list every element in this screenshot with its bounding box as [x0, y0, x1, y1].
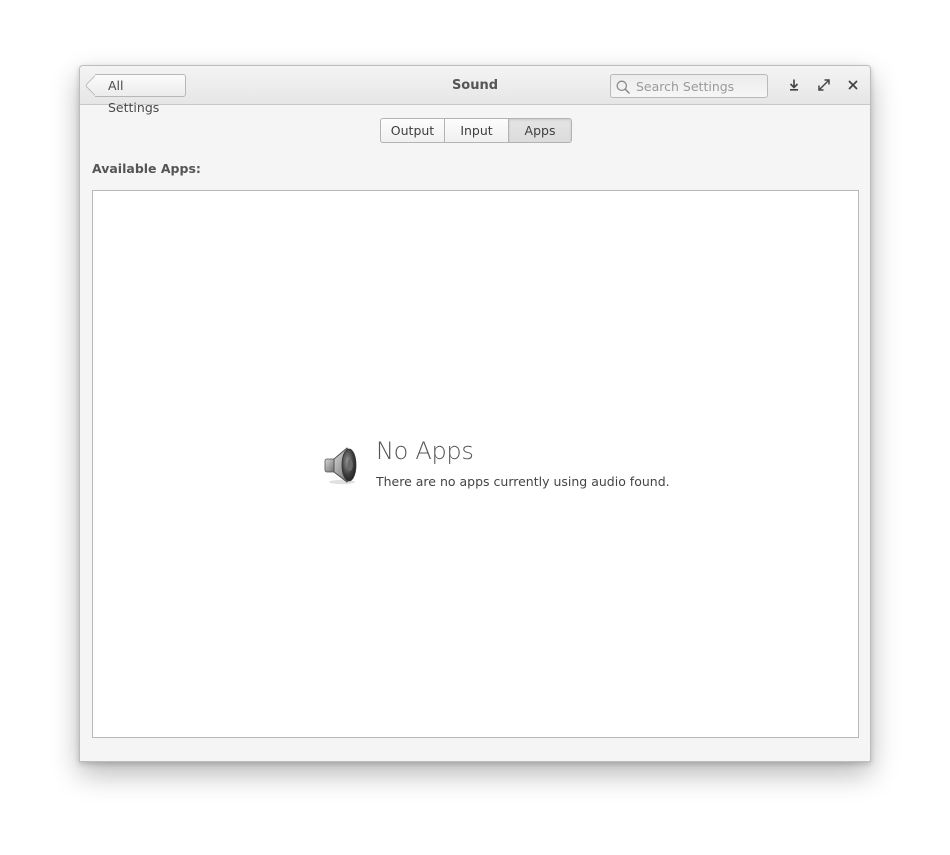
speaker-icon [323, 445, 359, 485]
all-settings-back-button[interactable]: All Settings [95, 74, 186, 115]
maximize-button[interactable] [816, 77, 832, 93]
empty-description: There are no apps currently using audio … [376, 474, 670, 489]
search-input[interactable] [636, 75, 764, 97]
download-icon [786, 77, 802, 93]
tab-apps[interactable]: Apps [508, 119, 571, 142]
sound-tab-switcher: Output Input Apps [380, 118, 572, 143]
close-button[interactable] [845, 77, 861, 93]
back-button-wrap: All Settings [86, 66, 186, 115]
sound-settings-window: All Settings Sound Search Settings Outpu… [79, 65, 871, 762]
header-bar: All Settings Sound [80, 66, 870, 115]
close-icon [845, 77, 861, 93]
app-list[interactable]: No Apps There are no apps currently usin… [92, 190, 859, 738]
search-field[interactable] [610, 74, 768, 98]
empty-title: No Apps [376, 437, 474, 465]
tab-input[interactable]: Input [444, 119, 508, 142]
available-apps-label: Available Apps: [92, 161, 201, 176]
tab-output[interactable]: Output [381, 119, 444, 142]
maximize-icon [816, 77, 832, 93]
download-button[interactable] [786, 77, 802, 93]
empty-placeholder: No Apps There are no apps currently usin… [323, 437, 723, 497]
sound-content: Output Input Apps Available Apps: No App… [80, 105, 870, 761]
search-icon [616, 79, 630, 94]
